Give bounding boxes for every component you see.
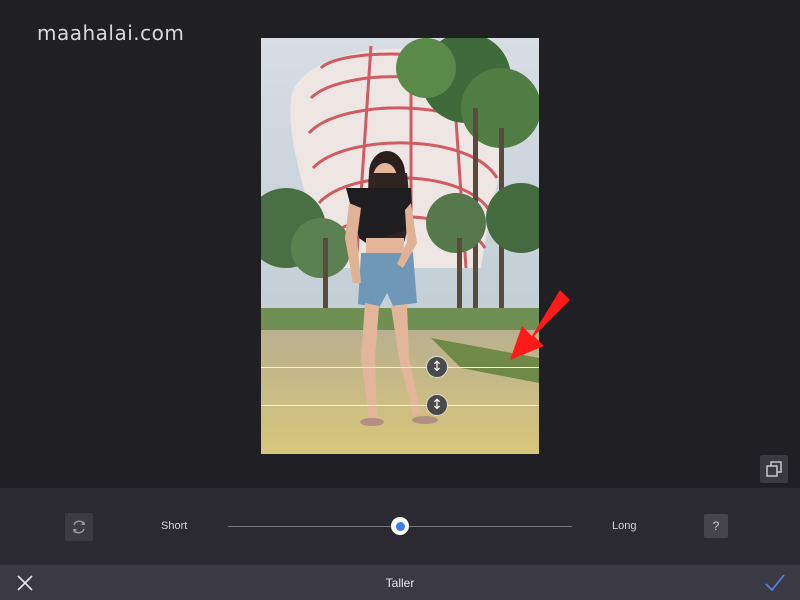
red-arrow-icon bbox=[500, 288, 572, 369]
top-guide-handle[interactable]: ↕ bbox=[426, 356, 448, 378]
top-guide-line[interactable] bbox=[261, 367, 539, 368]
bottom-guide-line[interactable] bbox=[261, 405, 539, 406]
confirm-button[interactable] bbox=[764, 572, 786, 594]
reset-button[interactable] bbox=[65, 513, 93, 541]
help-button[interactable]: ? bbox=[704, 514, 728, 538]
photo-preview bbox=[261, 38, 539, 454]
taller-slider-thumb[interactable] bbox=[391, 517, 409, 535]
reset-rotate-icon bbox=[73, 520, 85, 534]
vertical-resize-icon: ↕ bbox=[431, 397, 443, 413]
bottom-guide-handle[interactable]: ↕ bbox=[426, 394, 448, 416]
checkmark-icon bbox=[765, 574, 785, 592]
slider-min-label: Short bbox=[161, 520, 188, 532]
slider-thumb-dot bbox=[395, 521, 405, 531]
watermark: maahalai.com bbox=[37, 21, 185, 45]
compare-button[interactable] bbox=[760, 455, 788, 483]
tool-title: Taller bbox=[385, 576, 415, 590]
vertical-resize-icon: ↕ bbox=[431, 359, 443, 375]
slider-max-label: Long bbox=[612, 520, 637, 532]
compare-icon bbox=[766, 461, 782, 477]
